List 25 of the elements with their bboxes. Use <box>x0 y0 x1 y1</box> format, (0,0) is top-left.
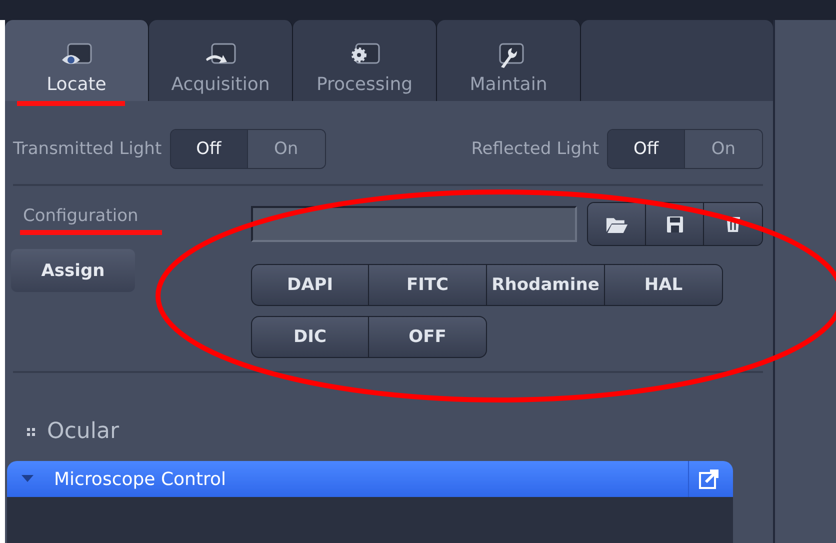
panel-title: Microscope Control <box>54 468 226 490</box>
light-label: Transmitted Light <box>13 139 162 159</box>
tab[interactable]: Acquisition <box>149 20 293 101</box>
configuration-field[interactable] <box>251 206 577 242</box>
tab[interactable]: Locate <box>5 20 149 101</box>
filter-button[interactable]: Rhodamine <box>487 264 605 306</box>
toggle-option[interactable]: Off <box>608 130 685 168</box>
filter-button[interactable]: FITC <box>369 264 487 306</box>
popout-icon[interactable] <box>699 469 719 489</box>
tab[interactable]: Processing <box>293 20 437 101</box>
filter-button[interactable]: DAPI <box>251 264 369 306</box>
assign-button[interactable]: Assign <box>11 249 135 292</box>
tab[interactable]: Maintain <box>437 20 581 101</box>
grip-icon <box>27 428 35 436</box>
filter-button[interactable]: HAL <box>605 264 723 306</box>
trash-icon <box>725 215 741 233</box>
toggle-option[interactable]: Off <box>170 130 248 168</box>
panel-header[interactable]: Microscope Control <box>7 461 733 497</box>
folder-button[interactable] <box>588 203 646 245</box>
light-label: Reflected Light <box>471 139 599 159</box>
section-title: Ocular <box>47 419 119 444</box>
collapse-icon[interactable] <box>21 475 34 483</box>
configuration-label: Configuration <box>23 206 140 226</box>
filter-button[interactable]: OFF <box>369 316 487 358</box>
filter-button[interactable]: DIC <box>251 316 369 358</box>
